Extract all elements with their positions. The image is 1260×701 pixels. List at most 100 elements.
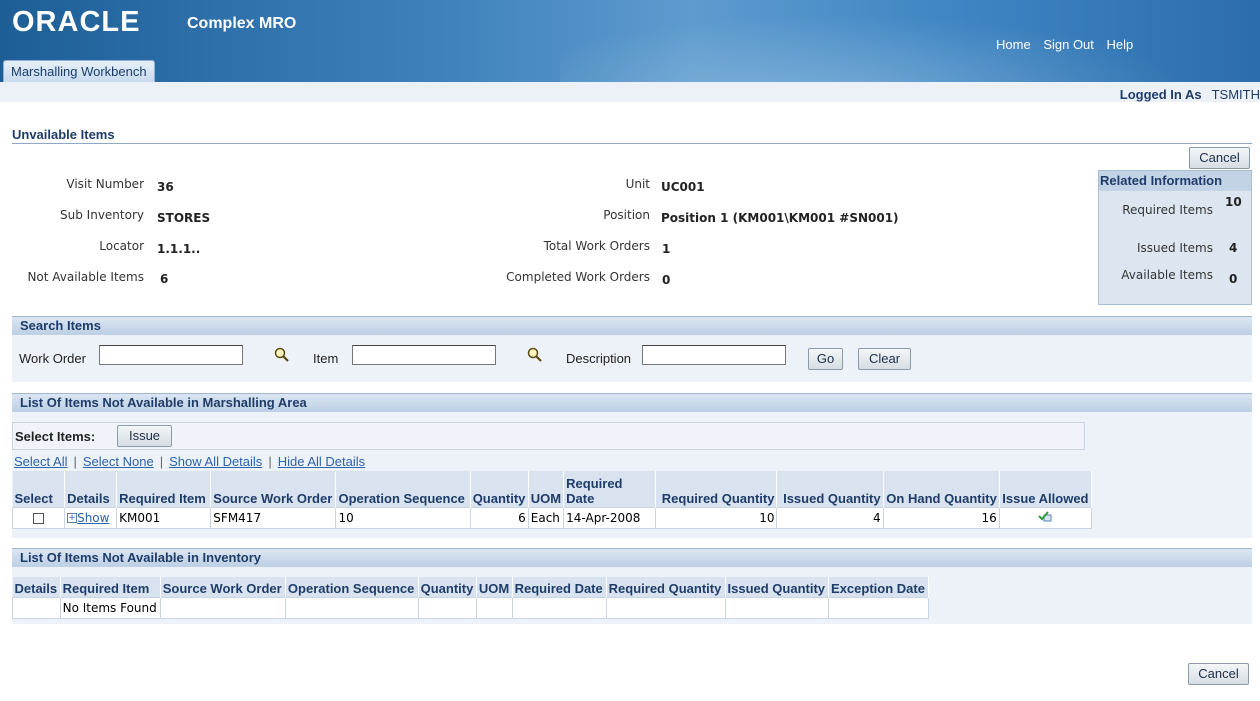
global-links: Home Sign Out Help (996, 37, 1142, 52)
inv-col-details: Details (12, 577, 61, 597)
expand-icon[interactable]: + (67, 513, 78, 523)
required-items-value: 10 (1225, 195, 1242, 209)
sub-navigation-bar (0, 82, 1260, 102)
inv-empty-cell (12, 596, 61, 619)
completed-work-orders-value: 0 (662, 273, 671, 287)
inv-col-quantity: Quantity (418, 577, 477, 597)
header-decoration (560, 0, 1260, 82)
inv-col-exception-date: Exception Date (828, 577, 929, 597)
issue-button[interactable]: Issue (117, 425, 172, 447)
col-issued-quantity: Issued Quantity (776, 471, 884, 507)
unit-label: Unit (625, 177, 650, 191)
required-quantity-cell: 10 (655, 506, 778, 529)
col-required-date: Required Date (563, 471, 657, 507)
no-items-found: No Items Found (59, 596, 161, 619)
show-details-link[interactable]: Show (77, 511, 109, 525)
title-divider (12, 143, 1252, 144)
inv-empty-cell (511, 596, 607, 619)
select-none-link[interactable]: Select None (83, 454, 154, 469)
check-icon (1038, 511, 1052, 522)
inv-col-issued-quantity: Issued Quantity (725, 577, 830, 597)
inv-empty-cell (417, 596, 477, 619)
col-quantity: Quantity (470, 471, 529, 507)
marshalling-list-body: Select Items: Issue Select All | Select No… (11, 412, 1252, 538)
on-hand-quantity-cell: 16 (882, 506, 1000, 529)
inv-empty-cell (828, 596, 929, 619)
sub-inventory-value: STORES (157, 211, 211, 225)
issued-items-label: Issued Items (1136, 241, 1213, 255)
logged-in-label: Logged In As (1119, 87, 1202, 102)
select-items-label: Select Items: (15, 429, 96, 444)
search-icon-work-order[interactable] (274, 347, 290, 363)
sign-out-link[interactable]: Sign Out (1043, 37, 1094, 52)
go-button[interactable]: Go (808, 348, 843, 370)
source-work-order-cell: SFM417 (210, 506, 337, 529)
cancel-button-bottom[interactable]: Cancel (1188, 663, 1249, 685)
select-all-link[interactable]: Select All (14, 454, 67, 469)
item-label: Item (313, 351, 339, 366)
select-items-bar: Select Items: Issue (12, 422, 1085, 450)
col-required-item: Required Item (116, 471, 212, 507)
inv-empty-cell (605, 596, 726, 619)
locator-label: Locator (99, 239, 144, 253)
col-select: Select (12, 471, 66, 507)
logged-in-info: Logged In As TSMITH (1120, 87, 1260, 102)
home-link[interactable]: Home (996, 37, 1031, 52)
unit-value: UC001 (661, 180, 705, 194)
col-details: Details (64, 471, 118, 507)
required-item-cell: KM001 (116, 506, 212, 529)
col-source-work-order: Source Work Order (210, 471, 337, 507)
user-name: TSMITH (1211, 87, 1260, 102)
uom-cell: Each (527, 506, 565, 529)
global-header: ORACLE Complex MRO Home Sign Out Help Ma… (0, 0, 1260, 82)
col-uom: UOM (528, 471, 565, 507)
oracle-logo: ORACLE (12, 6, 141, 38)
inv-col-required-item: Required Item (60, 577, 161, 597)
description-label: Description (566, 351, 632, 366)
row-select-cell (11, 506, 66, 529)
not-available-label: Not Available Items (27, 270, 144, 284)
col-required-quantity: Required Quantity (655, 471, 778, 507)
related-information-title: Related Information (1099, 171, 1251, 191)
row-checkbox[interactable] (33, 512, 45, 524)
description-input[interactable] (642, 345, 786, 365)
inv-empty-cell (284, 596, 419, 619)
position-value: Position 1 (KM001\KM001 #SN001) (661, 211, 899, 225)
selection-links: Select All | Select None | Show All Details |… (14, 454, 366, 469)
tab-marshalling-workbench[interactable]: Marshalling Workbench (3, 60, 155, 82)
col-issue-allowed: Issue Allowed (999, 471, 1093, 507)
marshalling-table: Select Details Required Item Source Work… (11, 471, 1093, 529)
marshalling-list-header: List Of Items Not Available in Marshalli… (12, 393, 1252, 412)
help-link[interactable]: Help (1107, 37, 1134, 52)
details-cell: +Show (64, 506, 118, 529)
work-order-input[interactable] (99, 345, 243, 365)
related-information-panel: Related Information Required Items 10 Is… (1098, 170, 1252, 305)
inv-col-source-work-order: Source Work Order (160, 577, 286, 597)
cancel-button-top[interactable]: Cancel (1189, 147, 1250, 169)
not-available-value: 6 (160, 272, 169, 286)
search-icon-item[interactable] (527, 347, 543, 363)
hide-all-details-link[interactable]: Hide All Details (278, 454, 365, 469)
total-work-orders-label: Total Work Orders (543, 239, 650, 253)
clear-button[interactable]: Clear (858, 348, 911, 370)
inv-col-uom: UOM (476, 577, 513, 597)
item-input[interactable] (352, 345, 496, 365)
show-all-details-link[interactable]: Show All Details (169, 454, 262, 469)
table-row: No Items Found (12, 596, 929, 619)
visit-number-label: Visit Number (66, 177, 144, 191)
inv-empty-cell (475, 596, 513, 619)
table-row: +Show KM001 SFM417 10 6 Each 14-Apr-2008… (11, 506, 1093, 529)
inv-empty-cell (159, 596, 286, 619)
inv-empty-cell (724, 596, 830, 619)
work-order-label: Work Order (19, 351, 86, 366)
available-items-value: 0 (1229, 272, 1238, 286)
page-title: Unvailable Items (12, 127, 115, 142)
issue-allowed-cell (998, 506, 1093, 529)
required-date-cell: 14-Apr-2008 (563, 506, 657, 529)
operation-sequence-cell: 10 (335, 506, 471, 529)
inventory-list-body: Details Required Item Source Work Order … (12, 567, 1252, 624)
col-on-hand-quantity: On Hand Quantity (883, 471, 1000, 507)
app-name: Complex MRO (187, 15, 297, 32)
issued-items-value: 4 (1229, 241, 1238, 255)
inventory-table: Details Required Item Source Work Order … (12, 577, 929, 619)
